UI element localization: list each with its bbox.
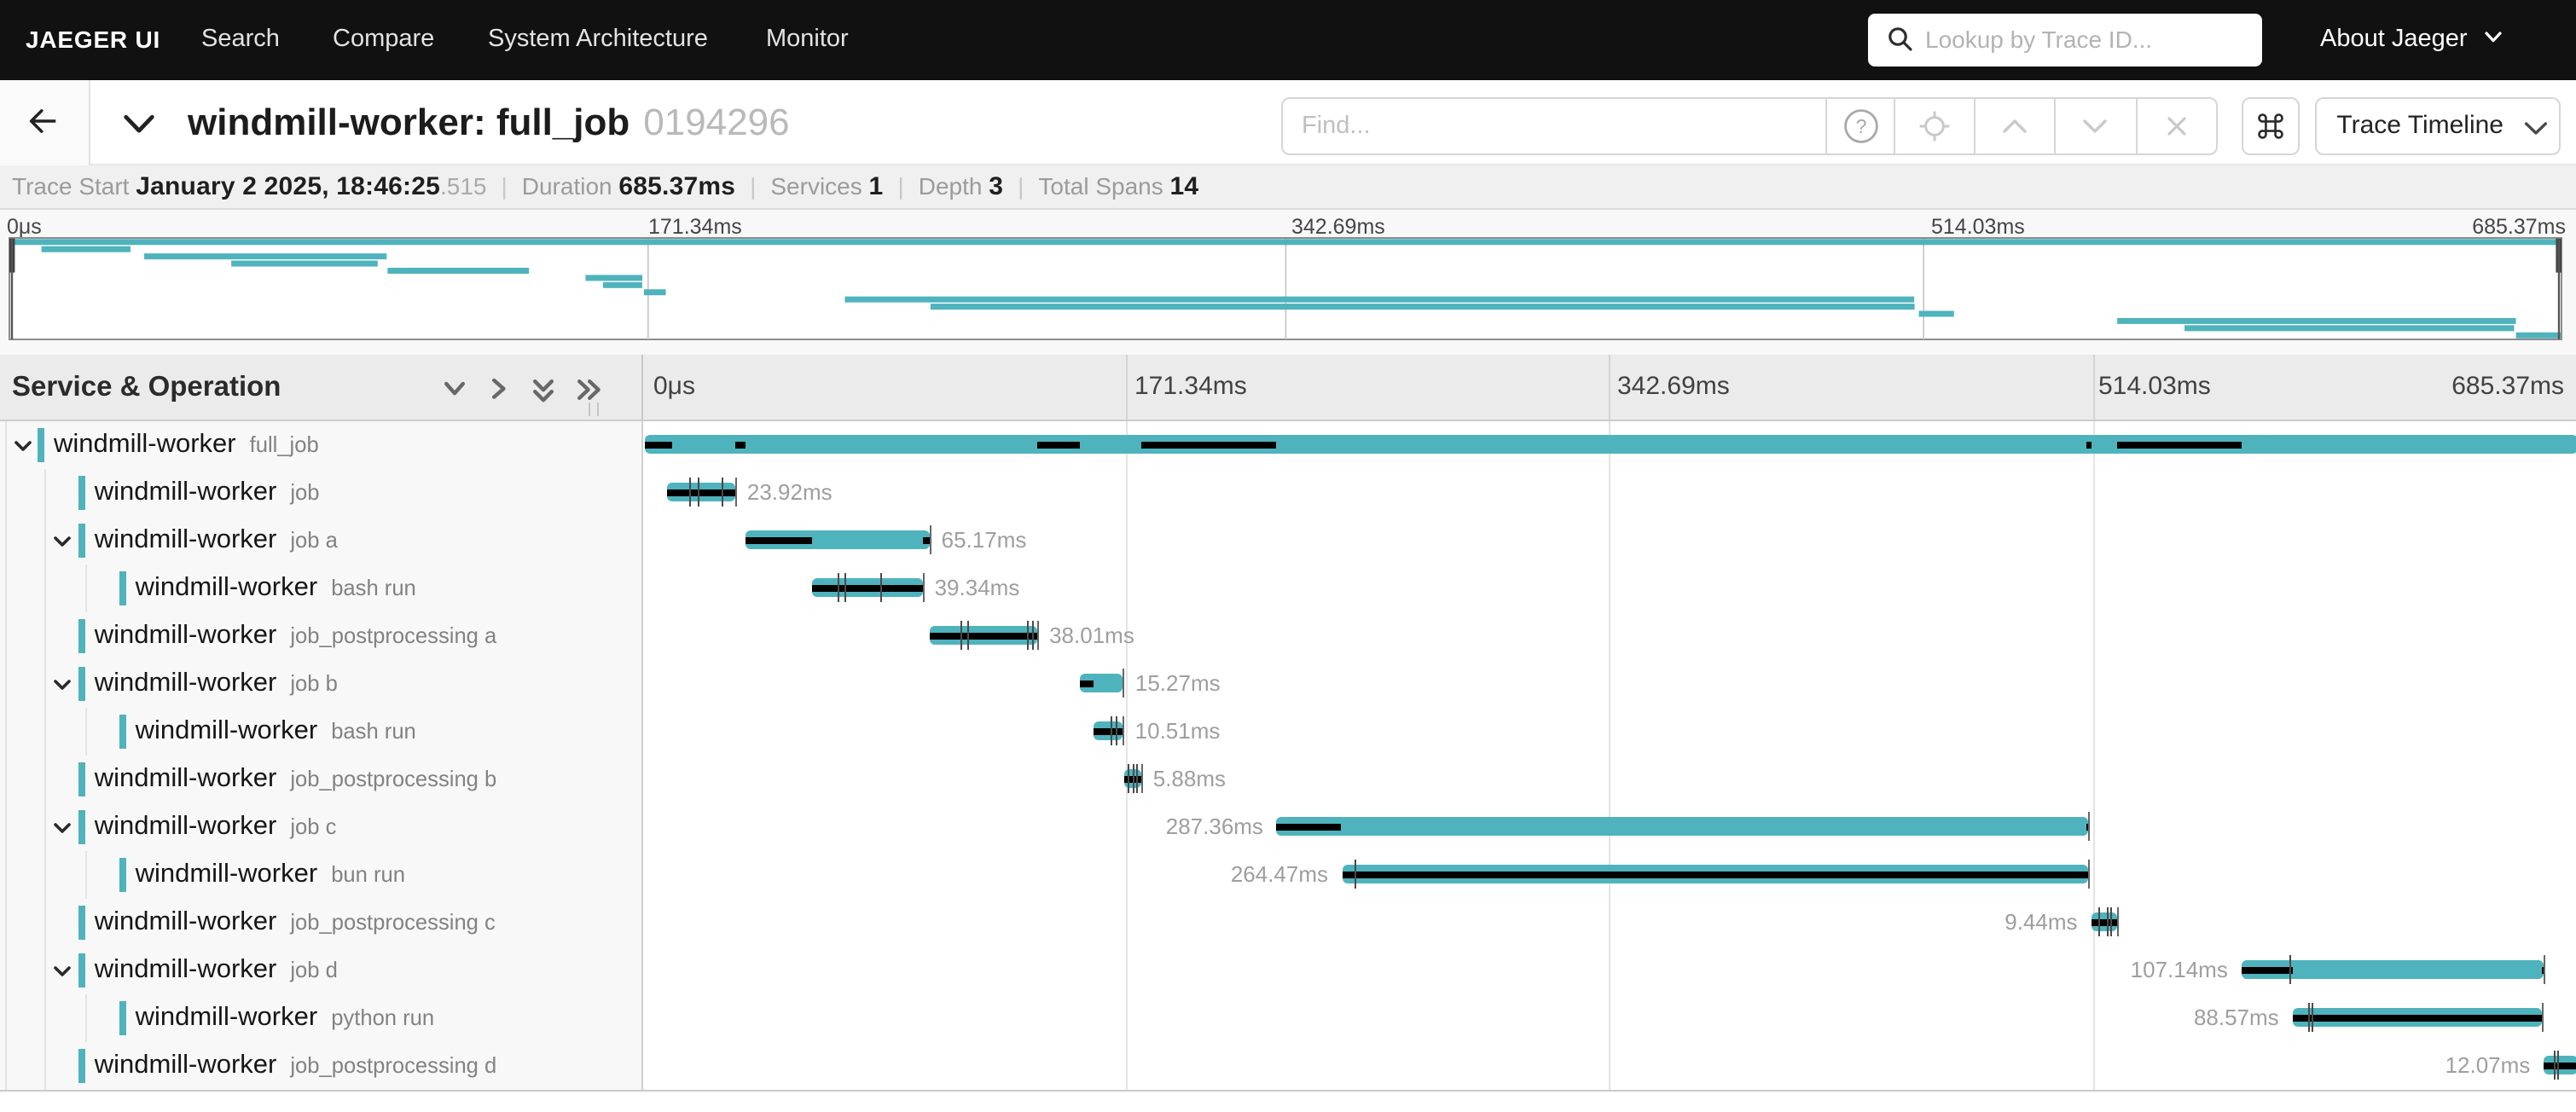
svg-text:?: ?: [1855, 115, 1866, 137]
